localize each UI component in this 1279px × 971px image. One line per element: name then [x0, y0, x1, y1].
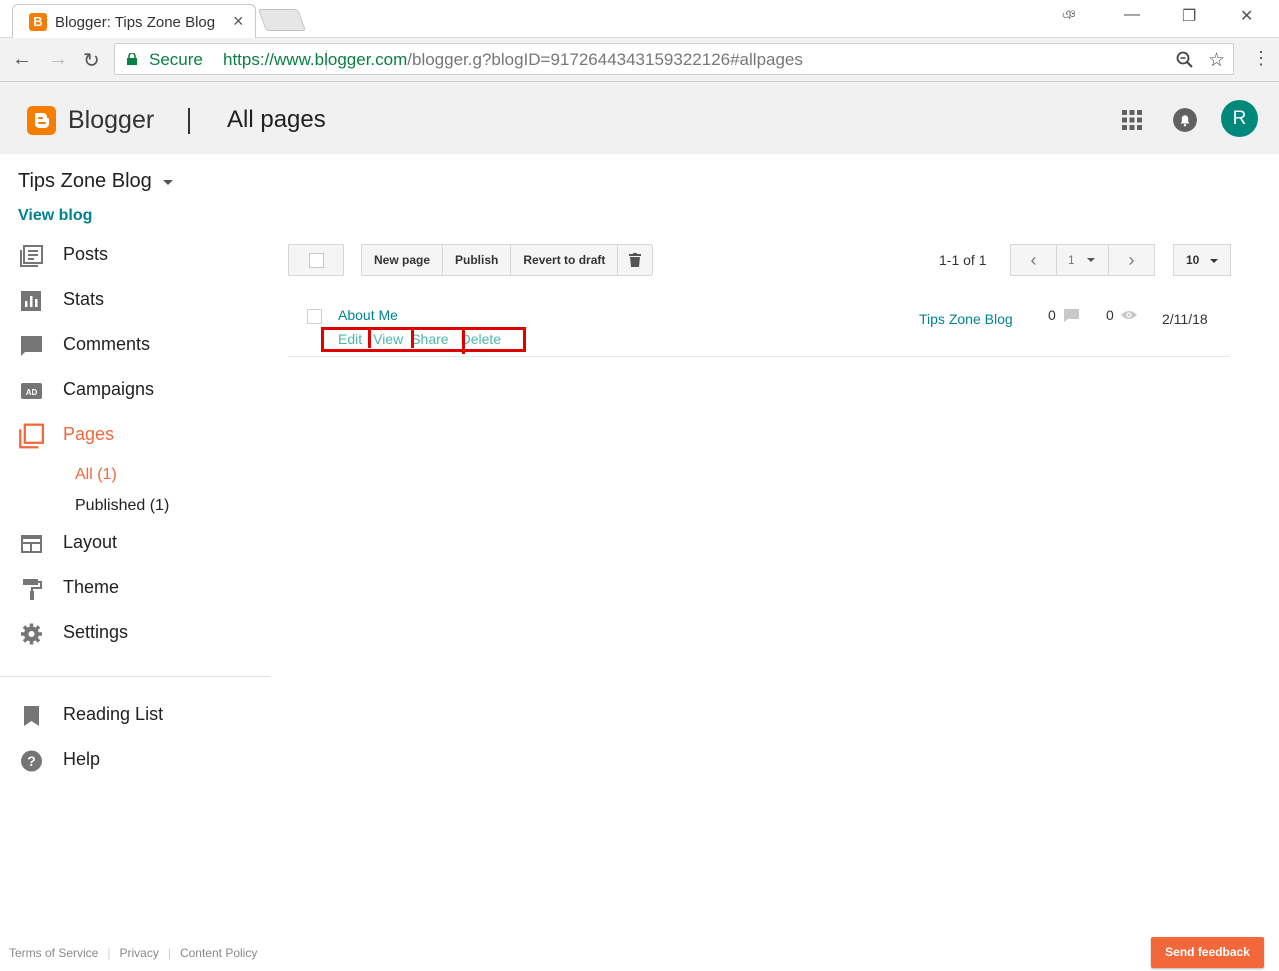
- view-count-eye-icon: [1121, 311, 1137, 319]
- view-count: 0: [1106, 307, 1114, 323]
- reload-icon[interactable]: ↻: [83, 48, 100, 73]
- sidebar-item-label: Pages: [63, 424, 115, 444]
- per-page-value: 10: [1186, 253, 1200, 267]
- pagination-summary: 1-1 of 1: [939, 252, 987, 268]
- minimize-icon[interactable]: —: [1124, 6, 1140, 24]
- tab-close-icon[interactable]: ×: [233, 11, 244, 32]
- sidebar-item-label: Layout: [63, 532, 118, 552]
- secure-label: Secure: [149, 50, 203, 69]
- blogger-favicon-icon: B: [29, 13, 47, 31]
- publish-button[interactable]: Publish: [443, 245, 512, 275]
- page-action-buttons: New page Publish Revert to draft: [361, 244, 654, 276]
- pagination-control: ‹ 1 ›: [1010, 244, 1155, 276]
- app-name[interactable]: Blogger: [68, 106, 154, 135]
- layout-icon: [21, 535, 42, 553]
- blogger-logo-icon[interactable]: [27, 106, 56, 135]
- sidebar-divider: [0, 676, 270, 677]
- blogger-header: Blogger All pages R: [0, 82, 1279, 154]
- url-input[interactable]: Secure https://www.blogger.com/blogger.g…: [114, 43, 1234, 75]
- next-page-icon[interactable]: ›: [1109, 245, 1154, 275]
- send-feedback-button[interactable]: Send feedback: [1151, 937, 1264, 968]
- select-all-checkbox[interactable]: [309, 253, 324, 268]
- footer-separator: |: [167, 946, 171, 960]
- new-tab-button[interactable]: [257, 9, 307, 31]
- url-text: https://www.blogger.com/blogger.g?blogID…: [223, 50, 803, 70]
- page-title: All pages: [227, 106, 326, 133]
- select-all-checkbox-button[interactable]: [288, 244, 344, 276]
- highlight-divider: [462, 330, 465, 354]
- campaigns-ad-icon: AD: [21, 383, 42, 399]
- trash-icon: [629, 253, 642, 267]
- sidebar-item-label: Settings: [63, 622, 129, 642]
- address-bar: ← → ↻ Secure https://www.blogger.com/blo…: [0, 38, 1279, 82]
- stats-icon: [21, 291, 41, 311]
- sidebar-item-label: Posts: [63, 244, 109, 264]
- prev-page-icon[interactable]: ‹: [1011, 245, 1057, 275]
- notifications-bell-icon[interactable]: [1173, 108, 1197, 132]
- chrome-menu-icon[interactable]: ⋮: [1252, 48, 1270, 69]
- page-number-select[interactable]: 1: [1057, 245, 1109, 275]
- bookmark-star-icon[interactable]: ☆: [1208, 49, 1225, 72]
- sidebar-item-label: Stats: [63, 289, 105, 309]
- sidebar-item-label: Theme: [63, 577, 120, 597]
- comments-icon: [21, 336, 42, 356]
- back-icon[interactable]: ←: [12, 48, 32, 71]
- highlight-box: [321, 327, 526, 352]
- apps-grid-icon[interactable]: [1122, 110, 1142, 130]
- profile-icon[interactable]: ঞ: [1062, 6, 1076, 27]
- comment-count: 0: [1048, 307, 1056, 323]
- footer-links: Terms of Service | Privacy | Content Pol…: [9, 946, 257, 960]
- chevron-down-icon: [1210, 259, 1218, 263]
- content-policy-link[interactable]: Content Policy: [180, 946, 257, 960]
- help-question-icon: ?: [21, 750, 42, 772]
- chevron-down-icon: [1087, 258, 1095, 262]
- page-title-link[interactable]: About Me: [338, 307, 398, 323]
- browser-tab-bar: B Blogger: Tips Zone Blog × ঞ — ❐ ✕: [0, 0, 1279, 38]
- account-avatar[interactable]: R: [1221, 100, 1258, 137]
- sidebar-item-label: Reading List: [63, 704, 164, 724]
- view-blog-link[interactable]: View blog: [18, 207, 92, 225]
- sidebar-item-label: Comments: [63, 334, 151, 354]
- row-date: 2/11/18: [1162, 311, 1208, 327]
- blog-dropdown-caret-icon[interactable]: [163, 180, 173, 185]
- forward-icon[interactable]: →: [48, 48, 68, 71]
- row-divider: [288, 356, 1230, 357]
- theme-paint-roller-icon: [23, 579, 42, 600]
- restore-icon[interactable]: ❐: [1182, 6, 1196, 26]
- posts-icon: [20, 245, 43, 267]
- sidebar-item-label: Help: [63, 749, 101, 769]
- sidebar-subitem-published[interactable]: Published (1): [75, 497, 169, 515]
- pages-icon: [19, 423, 44, 449]
- highlight-divider: [411, 330, 414, 348]
- header-divider: [188, 108, 190, 134]
- footer-separator: |: [107, 946, 111, 960]
- highlight-divider: [368, 330, 371, 348]
- url-host: https://www.blogger.com: [223, 50, 408, 69]
- row-blog-name[interactable]: Tips Zone Blog: [919, 311, 1013, 327]
- per-page-select[interactable]: 10: [1173, 244, 1231, 276]
- tab-title: Blogger: Tips Zone Blog: [55, 14, 216, 31]
- zoom-icon[interactable]: [1176, 51, 1194, 69]
- window-close-icon[interactable]: ✕: [1240, 6, 1253, 26]
- terms-link[interactable]: Terms of Service: [9, 946, 98, 960]
- lock-icon: [127, 53, 137, 65]
- reading-list-bookmark-icon: [24, 706, 39, 726]
- blog-selector[interactable]: Tips Zone Blog: [18, 170, 152, 193]
- browser-tab[interactable]: B Blogger: Tips Zone Blog ×: [12, 4, 256, 38]
- svg-text:?: ?: [27, 753, 36, 769]
- sidebar-subitem-all[interactable]: All (1): [75, 466, 117, 484]
- privacy-link[interactable]: Privacy: [119, 946, 158, 960]
- page-number: 1: [1068, 253, 1075, 267]
- row-checkbox[interactable]: [307, 309, 322, 324]
- delete-button[interactable]: [618, 245, 653, 275]
- comment-count-icon: [1064, 309, 1079, 322]
- settings-gear-icon: [21, 623, 42, 645]
- sidebar-item-label: Campaigns: [63, 379, 155, 399]
- url-path: /blogger.g?blogID=9172644343159322126#al…: [407, 50, 803, 69]
- new-page-button[interactable]: New page: [362, 245, 444, 275]
- revert-to-draft-button[interactable]: Revert to draft: [511, 245, 619, 275]
- svg-text:AD: AD: [26, 388, 38, 397]
